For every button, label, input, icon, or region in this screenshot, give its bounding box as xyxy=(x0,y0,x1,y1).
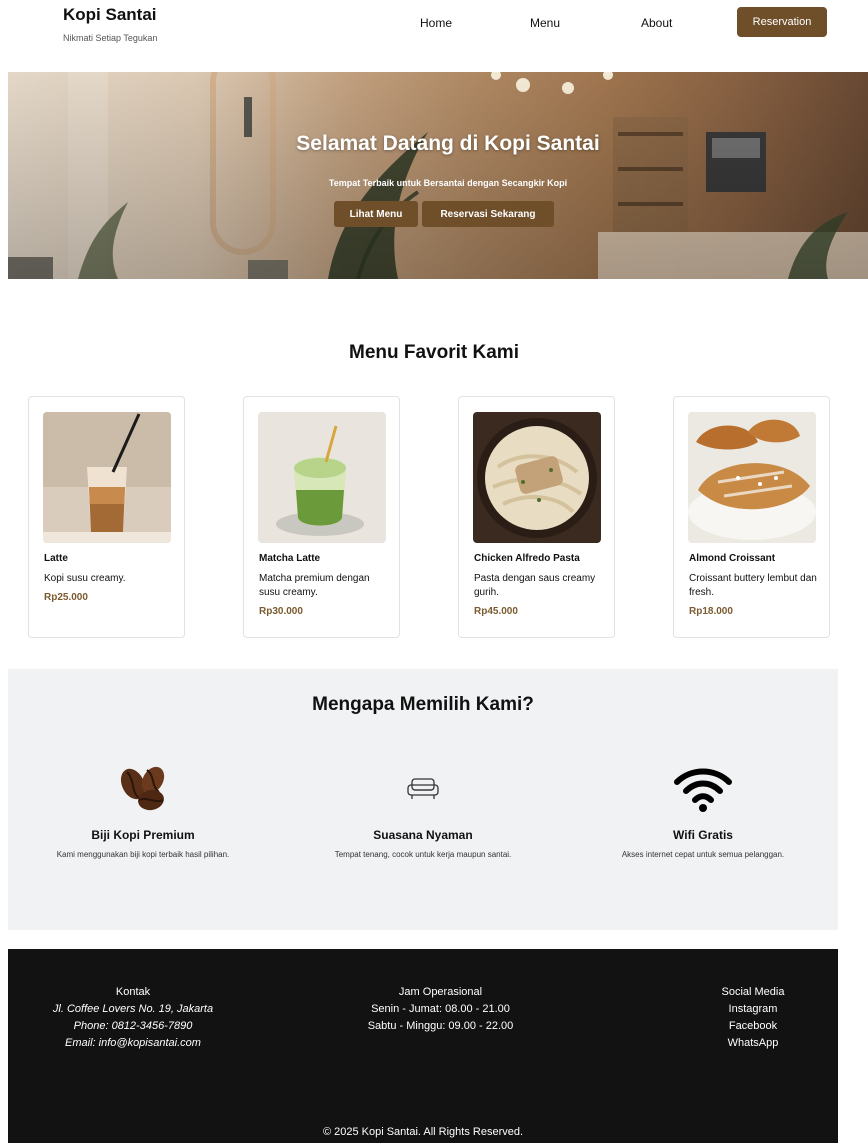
latte-photo xyxy=(43,412,171,543)
menu-item-price: Rp30.000 xyxy=(259,606,303,617)
footer-link-instagram[interactable]: Instagram xyxy=(688,1001,818,1018)
hero-banner: Selamat Datang di Kopi Santai Tempat Ter… xyxy=(8,72,868,279)
menu-item-desc: Matcha premium dengan susu creamy. xyxy=(259,573,370,598)
feature-comfortable-ambience: Suasana Nyaman Tempat tenang, cocok untu… xyxy=(288,764,558,861)
feature-desc: Akses internet cepat untuk semua pelangg… xyxy=(621,850,785,859)
footer-phone: Phone: 0812-3456-7890 xyxy=(73,1020,193,1032)
brand[interactable]: Kopi Santai Nikmati Setiap Tegukan xyxy=(63,5,157,43)
chicken-alfredo-pasta-photo xyxy=(473,412,601,543)
footer-contact: Kontak Jl. Coffee Lovers No. 19, Jakarta… xyxy=(28,984,238,1052)
footer-email: Email: info@kopisantai.com xyxy=(65,1037,201,1049)
footer-hours-weekend: Sabtu - Minggu: 09.00 - 22.00 xyxy=(367,1020,514,1032)
menu-item-name: Almond Croissant xyxy=(689,553,776,564)
menu-card-chicken-alfredo-pasta[interactable]: Chicken Alfredo Pasta Pasta dengan saus … xyxy=(458,396,615,638)
footer-hours-heading: Jam Operasional xyxy=(398,986,483,998)
feature-free-wifi: Wifi Gratis Akses internet cepat untuk s… xyxy=(568,764,838,861)
menu-item-price: Rp45.000 xyxy=(474,606,518,617)
menu-item-name: Latte xyxy=(44,553,68,564)
footer-link-facebook[interactable]: Facebook xyxy=(688,1018,818,1035)
feature-title: Suasana Nyaman xyxy=(373,828,473,842)
brand-tagline: Nikmati Setiap Tegukan xyxy=(63,33,158,43)
footer-link-whatsapp[interactable]: WhatsApp xyxy=(688,1035,818,1052)
menu-card-almond-croissant[interactable]: Almond Croissant Croissant buttery lembu… xyxy=(673,396,830,638)
brand-title: Kopi Santai xyxy=(63,5,157,24)
hero-subtitle: Tempat Terbaik untuk Bersantai dengan Se… xyxy=(328,178,568,188)
nav-menu-link[interactable]: Menu xyxy=(530,16,560,30)
footer-copyright: © 2025 Kopi Santai. All Rights Reserved. xyxy=(322,1126,524,1138)
site-footer: Kontak Jl. Coffee Lovers No. 19, Jakarta… xyxy=(8,949,838,1143)
hero-title: Selamat Datang di Kopi Santai xyxy=(296,132,600,155)
footer-address: Jl. Coffee Lovers No. 19, Jakarta xyxy=(52,1003,214,1015)
menu-item-desc: Kopi susu creamy. xyxy=(44,573,126,584)
footer-hours-weekday: Senin - Jumat: 08.00 - 21.00 xyxy=(371,1003,510,1015)
feature-desc: Kami menggunakan biji kopi terbaik hasil… xyxy=(56,850,230,859)
feature-premium-beans: Biji Kopi Premium Kami menggunakan biji … xyxy=(8,764,278,861)
menu-item-name: Matcha Latte xyxy=(259,553,321,564)
view-menu-button[interactable]: Lihat Menu xyxy=(334,201,418,227)
footer-social-heading: Social Media xyxy=(721,986,785,998)
footer-social: Social Media Instagram Facebook WhatsApp xyxy=(688,984,818,1052)
matcha-latte-photo xyxy=(258,412,386,543)
reservation-button[interactable]: Reservation xyxy=(737,7,827,37)
nav-home-link[interactable]: Home xyxy=(420,16,452,30)
site-header: Kopi Santai Nikmati Setiap Tegukan Home … xyxy=(0,0,868,50)
almond-croissant-photo xyxy=(688,412,816,543)
menu-item-desc: Croissant buttery lembut dan fresh. xyxy=(689,573,817,598)
wifi-icon xyxy=(568,764,838,814)
menu-item-price: Rp25.000 xyxy=(44,592,88,603)
feature-title: Biji Kopi Premium xyxy=(91,828,195,842)
menu-card-matcha-latte[interactable]: Matcha Latte Matcha premium dengan susu … xyxy=(243,396,400,638)
menu-card-latte[interactable]: Latte Kopi susu creamy. Rp25.000 xyxy=(28,396,185,638)
feature-title: Wifi Gratis xyxy=(673,828,733,842)
menu-item-price: Rp18.000 xyxy=(689,606,733,617)
coffee-beans-icon xyxy=(8,764,278,814)
why-us-section: Mengapa Memilih Kami? Biji Kopi Premium … xyxy=(8,669,838,930)
feature-desc: Tempat tenang, cocok untuk kerja maupun … xyxy=(334,850,512,859)
footer-contact-heading: Kontak xyxy=(115,986,151,998)
sofa-icon xyxy=(288,764,558,814)
reserve-now-button[interactable]: Reservasi Sekarang xyxy=(422,201,554,227)
why-us-title: Mengapa Memilih Kami? xyxy=(312,694,534,715)
menu-item-name: Chicken Alfredo Pasta xyxy=(474,553,580,564)
hero-background-image xyxy=(8,72,868,279)
menu-item-desc: Pasta dengan saus creamy gurih. xyxy=(474,573,596,598)
footer-hours: Jam Operasional Senin - Jumat: 08.00 - 2… xyxy=(328,984,553,1035)
nav-about-link[interactable]: About xyxy=(641,16,672,30)
menu-section-title: Menu Favorit Kami xyxy=(349,342,519,363)
